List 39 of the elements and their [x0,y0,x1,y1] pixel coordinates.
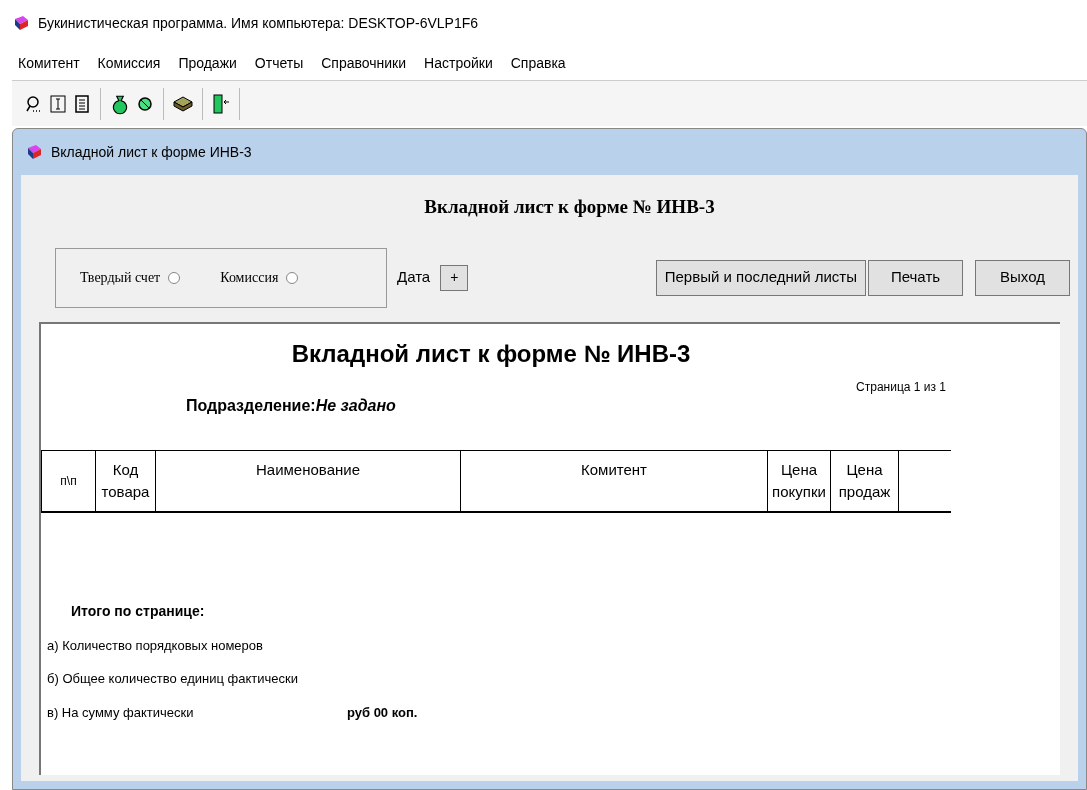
page-number: Страница 1 из 1 [856,378,946,396]
column-header: Наименование [156,450,461,511]
column-header: Комитент [461,450,768,511]
text-cursor-icon[interactable] [48,93,68,114]
menu-item[interactable]: Отчеты [254,52,304,74]
totals-line: б) Общее количество единиц фактически [47,670,299,688]
document-icon[interactable] [72,93,92,114]
menu-item[interactable]: Справка [510,52,566,74]
totals-line: в) На сумму фактически [47,703,195,722]
app-icon [12,14,30,32]
radio-button[interactable] [168,271,181,284]
window-title: Букинистическая программа. Имя компьютера: DESKTOP-6VLP1F6 [38,13,479,33]
radio-label: Комиссия [220,269,279,287]
form-button[interactable]: Печать [868,259,963,296]
menu-item[interactable]: Продажи [178,52,237,74]
report-title: Вкладной лист к форме № ИНВ-3 [291,338,691,369]
column-header: Цена продаж [831,450,899,511]
child-window-title: Вкладной лист к форме ИНВ-3 [51,142,252,162]
date-label: Дата [397,267,431,288]
window-icon [25,143,43,161]
division-value: Не задано [315,395,396,416]
form-button[interactable]: Выход [975,259,1070,296]
exit-door-icon[interactable] [211,92,231,115]
totals-heading: Итого по странице: [71,601,206,621]
form-button[interactable]: Первый и последний листы [655,259,866,296]
menu-item[interactable]: Настройки [424,52,493,74]
column-header: Цена покупки [768,450,831,511]
radio-label: Твердый счет [80,269,161,287]
form-heading: Вкладной лист к форме № ИНВ-3 [424,195,715,219]
menu-item[interactable]: Комитент [18,52,80,74]
totals-line: а) Количество порядковых номеров [47,636,264,655]
division-label: Подразделение: [186,395,316,416]
column-header: п\п [41,450,96,511]
totals-value: руб 00 коп. [347,703,418,722]
date-button[interactable]: + [440,264,469,291]
menu-item[interactable]: Комиссия [97,52,161,74]
column-header: Код товара [96,450,156,511]
radio-button[interactable] [286,271,299,284]
menu-item[interactable]: Справочники [321,52,407,74]
